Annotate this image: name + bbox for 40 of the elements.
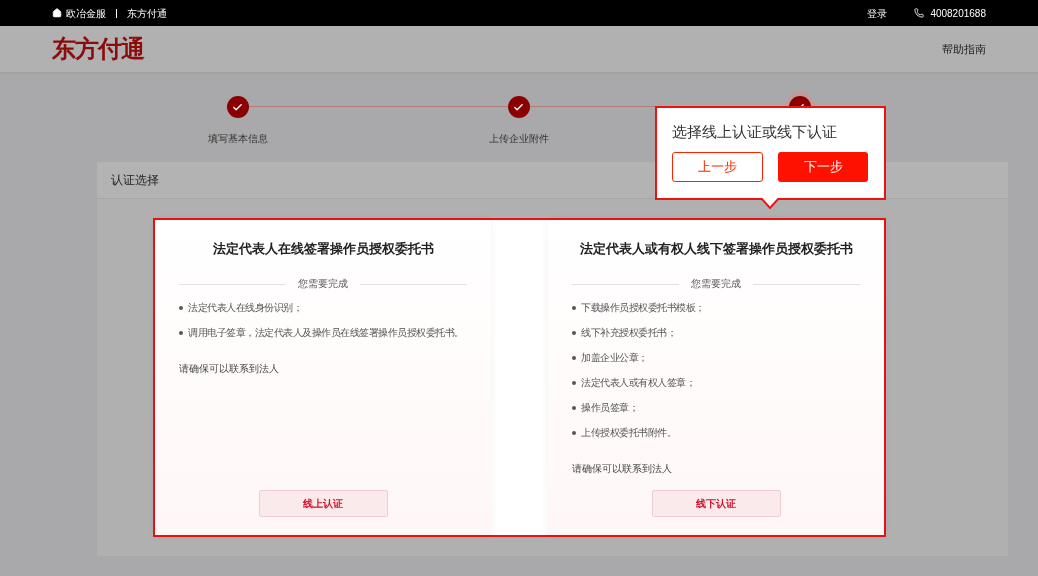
bullet-icon: [179, 331, 183, 335]
section-heading: 您需要完成: [298, 277, 348, 291]
panel-title: 认证选择: [111, 172, 159, 189]
requirement-text: 加盖企业公章；: [581, 351, 648, 365]
bullet-icon: [179, 306, 183, 310]
card-title: 法定代表人或有权人线下签署操作员授权委托书: [578, 240, 854, 258]
bullet-icon: [572, 306, 576, 310]
bullet-icon: [572, 406, 576, 410]
home-icon: [52, 8, 62, 18]
bullet-icon: [572, 331, 576, 335]
requirement-text: 法定代表人或有权人签章；: [581, 376, 695, 390]
next-button[interactable]: 下一步: [778, 152, 868, 182]
login-link[interactable]: 登录: [867, 5, 888, 21]
requirement-text: 操作员签章；: [581, 401, 638, 415]
logo: 东方付通: [52, 33, 144, 65]
bullet-icon: [572, 381, 576, 385]
requirement-text: 下载操作员授权委托书模板；: [581, 301, 705, 315]
check-icon: [232, 101, 243, 113]
home-link[interactable]: 欧冶金服: [66, 5, 106, 21]
requirement-text: 调用电子签章，法定代表人及操作员在线签署操作员授权委托书。: [188, 326, 464, 340]
requirement-text: 线下补充授权委托书；: [581, 326, 676, 340]
check-icon: [513, 101, 524, 113]
back-button[interactable]: 上一步: [672, 152, 763, 182]
online-button[interactable]: 线上认证: [258, 490, 388, 517]
brand-link[interactable]: 东方付通: [127, 5, 167, 21]
requirement-text: 法定代表人在线身份识别；: [188, 301, 302, 315]
phone-icon: [914, 8, 925, 18]
section-heading: 您需要完成: [691, 277, 741, 291]
note-text: 请确保可以联系到法人: [179, 362, 280, 376]
bullet-icon: [572, 431, 576, 435]
note-text: 请确保可以联系到法人: [572, 462, 673, 476]
bullet-icon: [572, 356, 576, 360]
requirement-text: 上传授权委托书附件。: [581, 426, 676, 440]
offline-button[interactable]: 线下认证: [651, 490, 781, 517]
step-label: 填写基本信息: [207, 132, 268, 146]
step-label: 上传企业附件: [488, 132, 549, 146]
phone-number: 4008201688: [930, 6, 986, 21]
tour-text: 选择线上认证或线下认证: [672, 122, 838, 142]
card-title: 法定代表人在线签署操作员授权委托书: [211, 240, 435, 258]
help-link[interactable]: 帮助指南: [942, 40, 986, 58]
